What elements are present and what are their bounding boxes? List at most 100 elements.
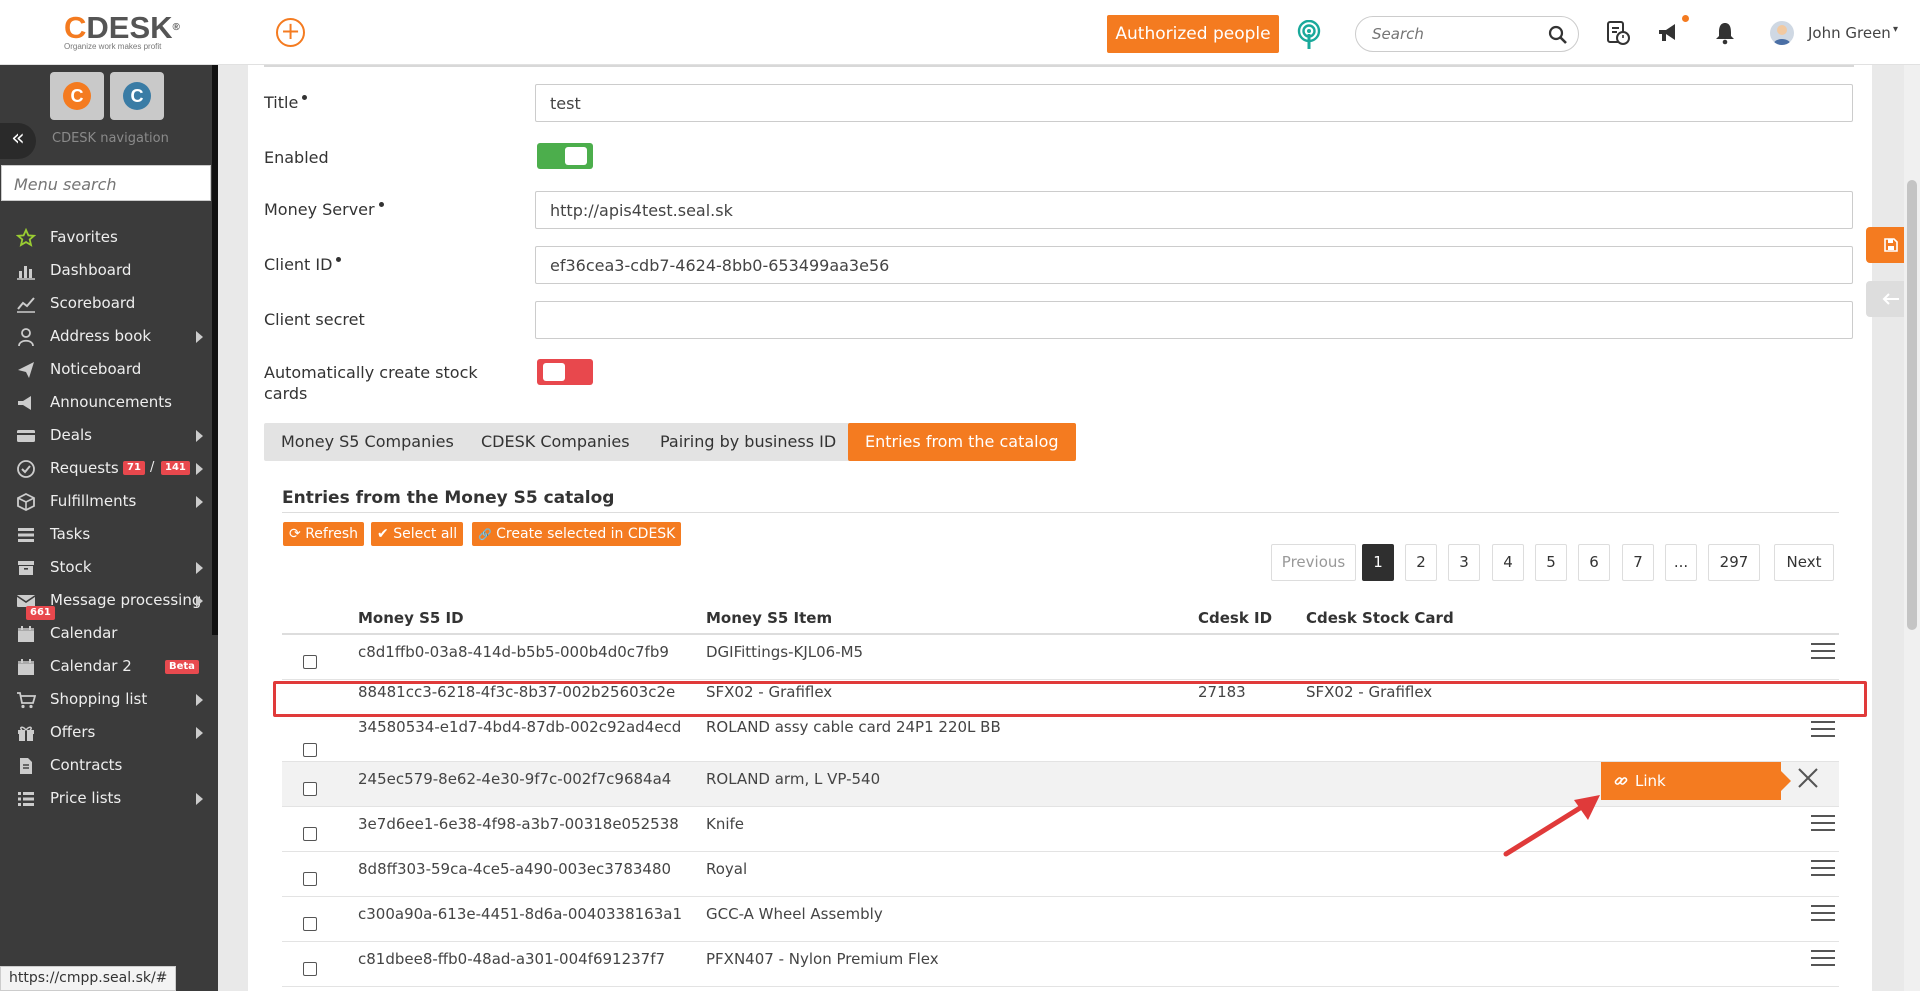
search-icon[interactable] (1548, 25, 1568, 45)
pagination-ellipsis[interactable]: ... (1665, 544, 1697, 581)
collapse-sidebar-button[interactable]: « (0, 123, 36, 159)
divider (282, 512, 1839, 513)
table-row[interactable]: c300a90a-613e-4451-8d6a-0040338163a1 GCC… (282, 897, 1839, 942)
column-header-money-s5-item[interactable]: Money S5 Item (706, 609, 832, 627)
sidebar-item-scoreboard[interactable]: Scoreboard (0, 287, 212, 320)
row-checkbox[interactable] (303, 827, 317, 841)
row-menu-icon[interactable] (1811, 721, 1835, 739)
tab-cdesk-companies[interactable]: CDESK Companies (464, 423, 647, 461)
column-header-money-s5-id[interactable]: Money S5 ID (358, 609, 464, 627)
row-checkbox[interactable] (303, 743, 317, 757)
sidebar-item-message-processing[interactable]: Message processing 661 (0, 584, 212, 620)
enabled-toggle[interactable] (537, 143, 593, 169)
refresh-button[interactable]: ⟳ Refresh (283, 522, 365, 546)
row-checkbox[interactable] (303, 872, 317, 886)
tab-money-s5-companies[interactable]: Money S5 Companies (264, 423, 471, 461)
add-new-button[interactable]: + (276, 18, 305, 47)
client-secret-input[interactable] (550, 311, 1830, 330)
row-menu-icon[interactable] (1811, 815, 1835, 833)
chevron-down-icon[interactable]: ▾ (1893, 24, 1898, 35)
sidebar-item-favorites[interactable]: Favorites (0, 221, 212, 254)
sidebar-item-deals[interactable]: Deals (0, 419, 212, 452)
pagination-previous[interactable]: Previous (1271, 544, 1356, 581)
sidebar-item-requests[interactable]: Requests 71 / 141 (0, 452, 212, 485)
link-button[interactable]: Link (1601, 762, 1791, 800)
sidebar-item-offers[interactable]: Offers (0, 716, 212, 749)
sidebar-item-calendar[interactable]: Calendar (0, 617, 212, 650)
column-header-cdesk-stock-card[interactable]: Cdesk Stock Card (1306, 609, 1454, 627)
sidebar-scrollbar[interactable] (212, 65, 218, 635)
create-selected-button[interactable]: 🔗 Create selected in CDESK (472, 522, 682, 546)
global-search[interactable] (1355, 16, 1579, 52)
avatar[interactable] (1770, 21, 1794, 45)
megaphone-icon[interactable] (1656, 20, 1682, 46)
client-id-field[interactable] (535, 246, 1853, 284)
menu-search[interactable] (1, 165, 211, 201)
user-name[interactable]: John Green (1808, 24, 1891, 42)
main-scrollbar[interactable] (1904, 65, 1920, 991)
tab-pairing-by-business-id[interactable]: Pairing by business ID (643, 423, 854, 461)
row-menu-icon[interactable] (1811, 905, 1835, 923)
row-checkbox[interactable] (303, 962, 317, 976)
row-menu-icon[interactable] (1811, 643, 1835, 661)
table-row[interactable]: c81dbee8-ffb0-48ad-a301-004f691237f7 PFX… (282, 942, 1839, 987)
report-clock-icon[interactable] (1605, 20, 1631, 46)
line-chart-icon (17, 297, 35, 313)
pagination-next[interactable]: Next (1774, 544, 1834, 581)
client-secret-field[interactable] (535, 301, 1853, 339)
sidebar-item-calendar-2[interactable]: Calendar 2 Beta (0, 650, 212, 683)
sidebar-item-label: Calendar 2 (50, 657, 132, 675)
pagination-page-6[interactable]: 6 (1578, 544, 1610, 581)
sidebar-item-tasks[interactable]: Tasks (0, 518, 212, 551)
sidebar-item-announcements[interactable]: Announcements (0, 386, 212, 419)
cdesk-logo[interactable]: CDESK® Organize work makes profit (64, 12, 194, 56)
row-checkbox[interactable] (303, 782, 317, 796)
pagination-page-1[interactable]: 1 (1362, 544, 1394, 581)
sidebar-item-label: Message processing (50, 591, 202, 609)
sidebar-item-shopping-list[interactable]: Shopping list (0, 683, 212, 716)
sidebar-item-contracts[interactable]: Contracts (0, 749, 212, 782)
pagination-page-3[interactable]: 3 (1448, 544, 1480, 581)
app-switch-secondary[interactable]: C (110, 72, 164, 120)
menu-search-input[interactable] (14, 175, 194, 194)
app-logo-blue: C (123, 82, 151, 110)
row-checkbox[interactable] (303, 655, 317, 669)
search-input[interactable] (1372, 25, 1542, 43)
app-switch-cdesk[interactable]: C (50, 72, 104, 120)
sidebar-item-address-book[interactable]: Address book (0, 320, 212, 353)
pagination-page-last[interactable]: 297 (1708, 544, 1760, 581)
tab-entries-from-catalog[interactable]: Entries from the catalog (848, 423, 1076, 461)
pagination-page-5[interactable]: 5 (1535, 544, 1567, 581)
title-input[interactable] (550, 94, 1830, 113)
scrollbar-thumb[interactable] (1907, 180, 1917, 630)
sidebar-item-noticeboard[interactable]: Noticeboard (0, 353, 212, 386)
money-server-input[interactable] (550, 201, 1830, 220)
sidebar-item-dashboard[interactable]: Dashboard (0, 254, 212, 287)
pagination-page-7[interactable]: 7 (1622, 544, 1654, 581)
archive-icon (18, 561, 34, 575)
row-menu-icon[interactable] (1811, 860, 1835, 878)
auto-stock-cards-toggle[interactable] (537, 359, 593, 385)
sidebar-item-price-lists[interactable]: Price lists (0, 782, 212, 815)
sidebar-item-fulfillments[interactable]: Fulfillments (0, 485, 212, 518)
sidebar: C C « CDESK navigation Favorites Dashboa… (0, 65, 218, 991)
money-server-field[interactable] (535, 191, 1853, 229)
pagination-page-4[interactable]: 4 (1492, 544, 1524, 581)
bell-icon[interactable] (1712, 20, 1738, 46)
column-header-cdesk-id[interactable]: Cdesk ID (1198, 609, 1272, 627)
authorized-people-button[interactable]: Authorized people (1107, 15, 1279, 53)
row-menu-icon[interactable] (1811, 950, 1835, 968)
client-id-input[interactable] (550, 256, 1830, 275)
calendar-icon (18, 626, 34, 642)
title-field[interactable] (535, 84, 1853, 122)
pagination-page-2[interactable]: 2 (1405, 544, 1437, 581)
select-all-button[interactable]: ✔ Select all (371, 522, 464, 546)
table-row[interactable]: 34580534-e1d7-4bd4-87db-002c92ad4ecd ROL… (282, 717, 1839, 762)
money-server-label-text: Money Server (264, 200, 375, 219)
row-checkbox[interactable] (303, 917, 317, 931)
podcast-icon[interactable] (1296, 20, 1322, 50)
sidebar-item-stock[interactable]: Stock (0, 551, 212, 584)
table-row[interactable]: c8d1ffb0-03a8-414d-b5b5-000b4d0c7fb9 DGI… (282, 635, 1839, 680)
close-icon[interactable] (1795, 765, 1821, 791)
sidebar-item-label: Stock (50, 558, 92, 576)
